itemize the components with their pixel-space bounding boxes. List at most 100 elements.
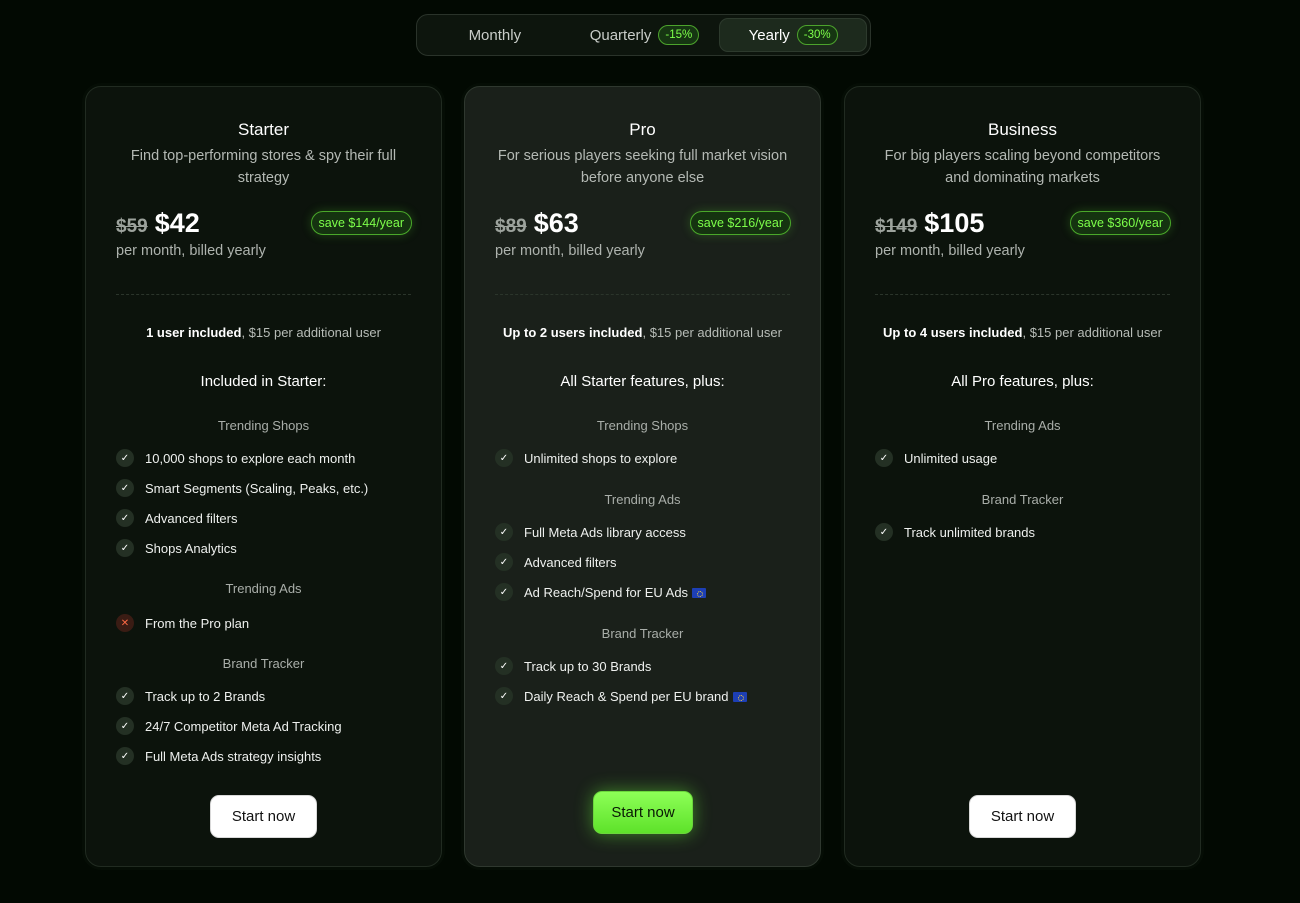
feature-item: ✓ Unlimited shops to explore: [495, 449, 677, 467]
feature-text: Unlimited shops to explore: [524, 450, 678, 466]
plan-title: Starter: [237, 120, 290, 139]
feature-item: ✓ Ad Reach/Spend for EU Ads: [495, 583, 707, 601]
start-now-button[interactable]: Start now: [969, 795, 1076, 838]
check-icon: ✓: [116, 539, 134, 557]
yearly-discount-badge: -30%: [796, 25, 838, 45]
old-price: $59: [116, 216, 148, 237]
included-title: All Starter features, plus:: [560, 373, 725, 390]
price-row: $89 $63: [495, 208, 579, 239]
feature-item: ✓ Full Meta Ads library access: [495, 523, 686, 541]
check-icon: ✓: [495, 583, 513, 601]
start-now-button[interactable]: Start now: [210, 795, 317, 838]
new-price: $63: [533, 208, 579, 238]
eu-flag-icon: [732, 692, 747, 703]
section-title-brand-tracker: Brand Tracker: [601, 626, 684, 641]
save-badge: save $360/year: [1069, 211, 1171, 235]
section-title-trending-ads: Trending Ads: [225, 581, 302, 596]
check-icon: ✓: [116, 509, 134, 527]
billing-period-toggle: Monthly Quarterly -15% Yearly -30%: [416, 14, 871, 56]
divider: [495, 294, 790, 295]
new-price: $105: [924, 208, 985, 238]
feature-item: ✓ Track unlimited brands: [875, 523, 1035, 541]
feature-text: Unlimited usage: [904, 450, 998, 466]
feature-item: ✓ Track up to 30 Brands: [495, 657, 651, 675]
feature-item: ✓ Shops Analytics: [116, 539, 237, 557]
feature-item: ✓ 10,000 shops to explore each month: [116, 449, 355, 467]
feature-text: Advanced filters: [145, 510, 238, 526]
check-icon: ✓: [875, 523, 893, 541]
plan-title: Pro: [629, 120, 656, 139]
feature-text: Shops Analytics: [145, 540, 237, 556]
toggle-yearly[interactable]: Yearly -30%: [719, 18, 867, 52]
toggle-monthly-label: Monthly: [468, 26, 522, 44]
check-icon: ✓: [495, 523, 513, 541]
check-icon: ✓: [495, 657, 513, 675]
check-icon: ✓: [116, 479, 134, 497]
users-note: 1 user included, $15 per additional user: [86, 325, 441, 340]
quarterly-discount-badge: -15%: [658, 25, 700, 45]
plan-card-pro: Pro For serious players seeking full mar…: [464, 86, 821, 867]
users-included: 1 user included: [146, 325, 242, 340]
feature-text: Full Meta Ads strategy insights: [145, 748, 322, 764]
plan-description: For big players scaling beyond competito…: [884, 148, 1161, 186]
plan-description: For serious players seeking full market …: [497, 148, 788, 186]
users-note: Up to 2 users included, $15 per addition…: [465, 325, 820, 340]
feature-item: ✓ Unlimited usage: [875, 449, 997, 467]
toggle-quarterly[interactable]: Quarterly -15%: [570, 18, 720, 52]
feature-item: ✓ Advanced filters: [116, 509, 238, 527]
users-extra: , $15 per additional user: [241, 325, 381, 340]
check-icon: ✓: [875, 449, 893, 467]
plan-description: Find top-performing stores & spy their f…: [130, 148, 397, 186]
billing-note: per month, billed yearly: [116, 243, 266, 259]
feature-text: 24/7 Competitor Meta Ad Tracking: [145, 718, 342, 734]
cross-icon: ✕: [116, 614, 134, 632]
eu-flag-icon: [692, 588, 707, 599]
feature-text: Smart Segments (Scaling, Peaks, etc.): [145, 480, 369, 496]
feature-item: ✓ Advanced filters: [495, 553, 617, 571]
billing-note: per month, billed yearly: [495, 243, 645, 259]
section-title-brand-tracker: Brand Tracker: [222, 656, 305, 671]
start-now-button[interactable]: Start now: [593, 791, 693, 834]
check-icon: ✓: [116, 449, 134, 467]
divider: [875, 294, 1170, 295]
price-row: $59 $42: [116, 208, 200, 239]
users-note: Up to 4 users included, $15 per addition…: [845, 325, 1200, 340]
new-price: $42: [154, 208, 200, 238]
feature-text: Daily Reach & Spend per EU brand: [524, 688, 729, 704]
toggle-monthly[interactable]: Monthly: [420, 18, 570, 52]
feature-item: ✓ Smart Segments (Scaling, Peaks, etc.): [116, 479, 368, 497]
plan-card-starter: Starter Find top-performing stores & spy…: [85, 86, 442, 867]
feature-item: ✓ 24/7 Competitor Meta Ad Tracking: [116, 717, 342, 735]
section-title-trending-ads: Trending Ads: [604, 492, 681, 507]
save-badge: save $144/year: [310, 211, 412, 235]
feature-text: Track unlimited brands: [904, 524, 1036, 540]
feature-text: From the Pro plan: [145, 615, 250, 631]
section-title-trending-shops: Trending Shops: [596, 418, 689, 433]
check-icon: ✓: [495, 553, 513, 571]
feature-item: ✓ Full Meta Ads strategy insights: [116, 747, 321, 765]
feature-text: Full Meta Ads library access: [524, 524, 686, 540]
old-price: $149: [875, 216, 918, 237]
plan-card-business: Business For big players scaling beyond …: [844, 86, 1201, 867]
plan-title: Business: [988, 120, 1057, 139]
users-included: Up to 2 users included: [503, 325, 643, 340]
feature-text: Track up to 30 Brands: [524, 658, 652, 674]
included-title: Included in Starter:: [200, 373, 327, 390]
section-title-brand-tracker: Brand Tracker: [981, 492, 1064, 507]
old-price: $89: [495, 216, 527, 237]
users-included: Up to 4 users included: [883, 325, 1023, 340]
check-icon: ✓: [116, 717, 134, 735]
toggle-quarterly-label: Quarterly: [589, 26, 652, 44]
toggle-yearly-label: Yearly: [748, 26, 790, 44]
feature-text: Ad Reach/Spend for EU Ads: [524, 584, 689, 600]
check-icon: ✓: [116, 747, 134, 765]
included-title: All Pro features, plus:: [951, 373, 1094, 390]
billing-note: per month, billed yearly: [875, 243, 1025, 259]
section-title-trending-ads: Trending Ads: [984, 418, 1061, 433]
check-icon: ✓: [116, 687, 134, 705]
check-icon: ✓: [495, 449, 513, 467]
section-title-trending-shops: Trending Shops: [217, 418, 310, 433]
feature-item: ✓ Track up to 2 Brands: [116, 687, 265, 705]
users-extra: , $15 per additional user: [642, 325, 782, 340]
save-badge: save $216/year: [689, 211, 791, 235]
